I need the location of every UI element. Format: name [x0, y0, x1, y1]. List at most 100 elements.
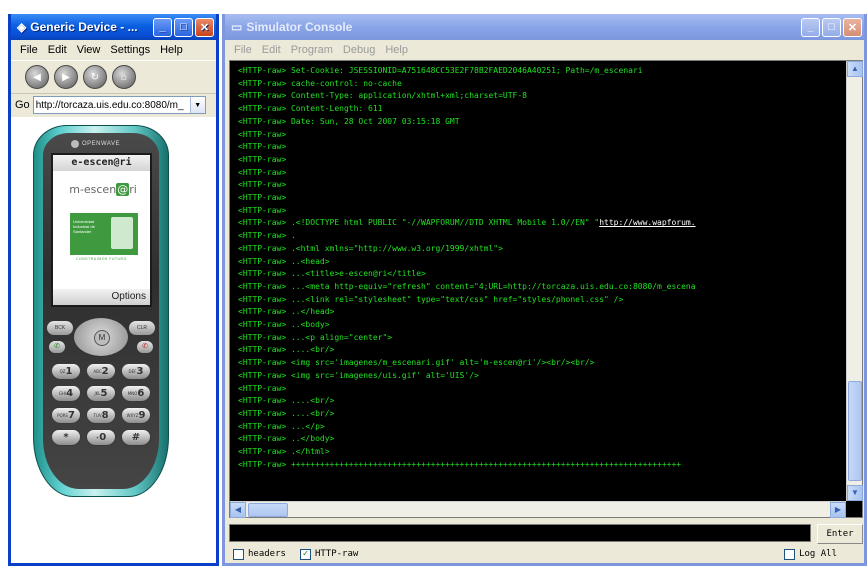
- phone-key-letters: WXYZ: [126, 413, 139, 418]
- phone-key[interactable]: ABC2: [86, 363, 116, 380]
- scroll-up-icon[interactable]: ▲: [847, 61, 863, 77]
- options-softkey-label[interactable]: Options: [53, 289, 150, 305]
- console-line: <HTTP-raw>: [238, 192, 846, 205]
- chevron-down-icon[interactable]: ▼: [189, 97, 205, 113]
- headers-label: headers: [248, 549, 286, 559]
- menu-debug[interactable]: Debug: [338, 44, 380, 56]
- menu-help[interactable]: Help: [380, 44, 413, 56]
- console-line-text: <HTTP-raw> +++++++++++++++++++++++++++++…: [238, 459, 682, 469]
- phone-key[interactable]: JKL5: [86, 385, 116, 402]
- console-line-text: <HTTP-raw> .</html>: [238, 447, 330, 457]
- menu-file[interactable]: File: [229, 44, 257, 56]
- url-input[interactable]: http://torcaza.uis.edu.co:8080/m_: [34, 100, 190, 111]
- menu-view[interactable]: View: [72, 44, 106, 56]
- minimize-icon[interactable]: _: [153, 17, 172, 37]
- device-window-title: Generic Device - ...: [30, 20, 138, 34]
- phone-key[interactable]: #: [121, 429, 151, 446]
- home-icon[interactable]: ⌂: [112, 65, 136, 89]
- go-label: Go: [15, 99, 30, 111]
- http-raw-option[interactable]: ✓ HTTP-raw: [299, 548, 358, 560]
- phone-key-number: 2: [101, 366, 109, 377]
- headers-option[interactable]: headers: [233, 548, 286, 560]
- vertical-scrollbar[interactable]: ▲ ▼: [846, 61, 863, 501]
- dpad-center-icon[interactable]: M: [94, 330, 110, 346]
- device-navbar: ◀ ▶ ↻ ⌂: [11, 60, 216, 94]
- menu-program[interactable]: Program: [286, 44, 338, 56]
- phone-key[interactable]: PQRS7: [51, 407, 81, 424]
- menu-edit[interactable]: Edit: [257, 44, 286, 56]
- menu-help[interactable]: Help: [155, 44, 188, 56]
- log-all-label: Log All: [799, 549, 837, 559]
- scroll-thumb[interactable]: [848, 381, 862, 481]
- maximize-icon[interactable]: □: [822, 17, 841, 37]
- console-line-text: <HTTP-raw>: [238, 205, 287, 215]
- console-line: <HTTP-raw>: [238, 154, 846, 167]
- horizontal-scrollbar[interactable]: ◀ ▶: [230, 501, 846, 518]
- console-line: <HTTP-raw>: [238, 167, 846, 180]
- console-line: <HTTP-raw> ...</p>: [238, 421, 846, 434]
- dpad[interactable]: M: [73, 317, 129, 357]
- console-line: <HTTP-raw> ....<br/>: [238, 344, 846, 357]
- console-output[interactable]: <HTTP-raw> Set-Cookie: JSESSIONID=A75164…: [229, 60, 863, 518]
- doctype-link[interactable]: http://www.wapforum.: [599, 218, 695, 227]
- url-combobox[interactable]: http://torcaza.uis.edu.co:8080/m_ ▼: [32, 96, 206, 114]
- log-all-checkbox[interactable]: [784, 548, 796, 560]
- device-titlebar[interactable]: ◈ Generic Device - ... _ □ ✕: [11, 14, 216, 40]
- console-line: <HTTP-raw> ..<head>: [238, 256, 846, 269]
- console-line: <HTTP-raw> .</html>: [238, 446, 846, 459]
- phone-key-letters: PQRS: [57, 413, 68, 418]
- left-softkey[interactable]: BCK: [47, 321, 73, 335]
- numeric-keys: QZ1 ABC2 DEF3 GHI4 JKL5 MNO6 PQRS7 TUV8 WXYZ9 * +0…: [51, 363, 151, 446]
- reload-icon[interactable]: ↻: [83, 65, 107, 89]
- phone-key[interactable]: MNO6: [121, 385, 151, 402]
- phone-face: OPENWAVE e-escen@ri m-escen@ri Universid…: [43, 133, 159, 489]
- hscroll-thumb[interactable]: [248, 503, 288, 517]
- scroll-right-icon[interactable]: ▶: [830, 502, 846, 518]
- console-line-text: <HTTP-raw> .<!DOCTYPE html PUBLIC "-//WA…: [238, 218, 600, 228]
- phone-key[interactable]: GHI4: [51, 385, 81, 402]
- console-titlebar[interactable]: ▭ Simulator Console _ □ ✕: [225, 14, 864, 40]
- phone-key[interactable]: DEF3: [121, 363, 151, 380]
- phone-key-number: 5: [100, 388, 108, 399]
- console-line-text: <HTTP-raw> <img src='imagenes/m_escenari…: [238, 358, 595, 368]
- enter-button[interactable]: Enter: [817, 524, 863, 544]
- menu-edit[interactable]: Edit: [43, 44, 72, 56]
- console-line: <HTTP-raw> ..</body>: [238, 433, 846, 446]
- log-all-option[interactable]: Log All: [784, 548, 837, 560]
- http-raw-checkbox[interactable]: ✓: [299, 548, 311, 560]
- headers-checkbox[interactable]: [233, 548, 244, 560]
- screen-body: m-escen@ri Universidad Industrial de San…: [53, 171, 150, 289]
- maximize-icon[interactable]: □: [174, 17, 193, 37]
- console-line-text: <HTTP-raw> <img src='imagenes/uis.gif' a…: [238, 370, 479, 380]
- end-call-icon[interactable]: ✆: [137, 341, 153, 353]
- console-line: <HTTP-raw> ...<link rel="stylesheet" typ…: [238, 294, 846, 307]
- phone-screen[interactable]: e-escen@ri m-escen@ri Universidad Indust…: [51, 153, 152, 307]
- console-line: <HTTP-raw> cache-control: no-cache: [238, 78, 846, 91]
- back-icon[interactable]: ◀: [25, 65, 49, 89]
- console-line: <HTTP-raw> Content-Length: 611: [238, 103, 846, 116]
- phone-key[interactable]: *: [51, 429, 81, 446]
- console-window-title: Simulator Console: [246, 20, 353, 34]
- scroll-left-icon[interactable]: ◀: [230, 502, 246, 518]
- console-line-text: <HTTP-raw> ....<br/>: [238, 396, 335, 406]
- call-icon[interactable]: ✆: [49, 341, 65, 353]
- phone-key[interactable]: QZ1: [51, 363, 81, 380]
- phone-key-letters: MNO: [127, 391, 138, 396]
- minimize-icon[interactable]: _: [801, 17, 820, 37]
- console-line: <HTTP-raw> ...<title>e-escen@ri</title>: [238, 268, 846, 281]
- device-app-icon: ◈: [17, 20, 27, 34]
- phone-key[interactable]: +0: [86, 429, 116, 446]
- right-softkey[interactable]: CLR: [129, 321, 155, 335]
- phone-key[interactable]: WXYZ9: [121, 407, 151, 424]
- close-icon[interactable]: ✕: [843, 17, 862, 37]
- menu-file[interactable]: File: [15, 44, 43, 56]
- console-line: <HTTP-raw> ...<p align="center">: [238, 332, 846, 345]
- menu-settings[interactable]: Settings: [105, 44, 155, 56]
- console-line-text: <HTTP-raw> .<html xmlns="http://www.w3.o…: [238, 243, 503, 253]
- console-line-text: <HTTP-raw> ...</p>: [238, 421, 325, 431]
- command-input[interactable]: [229, 524, 811, 542]
- forward-icon[interactable]: ▶: [54, 65, 78, 89]
- phone-key[interactable]: TUV8: [86, 407, 116, 424]
- close-icon[interactable]: ✕: [195, 17, 214, 37]
- scroll-down-icon[interactable]: ▼: [847, 485, 863, 501]
